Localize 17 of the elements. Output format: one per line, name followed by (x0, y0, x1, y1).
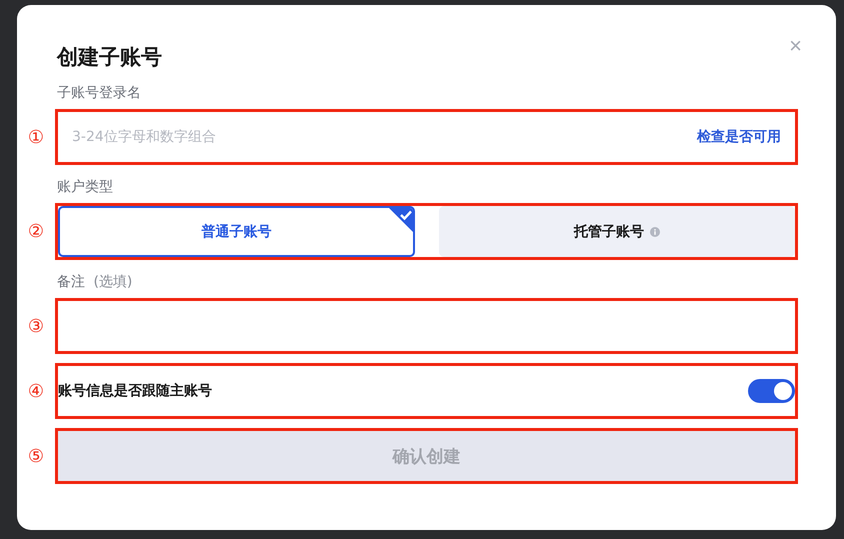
annotation-number: ⑤ (26, 446, 46, 466)
input-field[interactable]: 3-24位字母和数字组合 检查是否可用 (58, 112, 795, 162)
field-label: 账户类型 (57, 179, 113, 195)
toggle-switch[interactable] (748, 379, 795, 403)
dialog-title: 创建子账号 (57, 44, 162, 71)
annotation-number: ④ (26, 380, 46, 402)
account-type-option[interactable]: 普通子账号 (58, 206, 414, 257)
annotation-number: ② (26, 221, 46, 242)
annotation-number: ① (26, 126, 46, 148)
field-label: 子账号登录名 (57, 85, 141, 101)
annotation-number: ③ (26, 316, 46, 336)
toggle-label: 账号信息是否跟随主账号 (58, 382, 212, 400)
checkmark-icon (386, 208, 412, 234)
check-availability-link[interactable]: 检查是否可用 (697, 128, 781, 146)
field-hint: (选填) (93, 274, 132, 290)
field-label: 备注 (57, 274, 85, 290)
account-type-option[interactable]: 托管子账号 (438, 206, 795, 257)
